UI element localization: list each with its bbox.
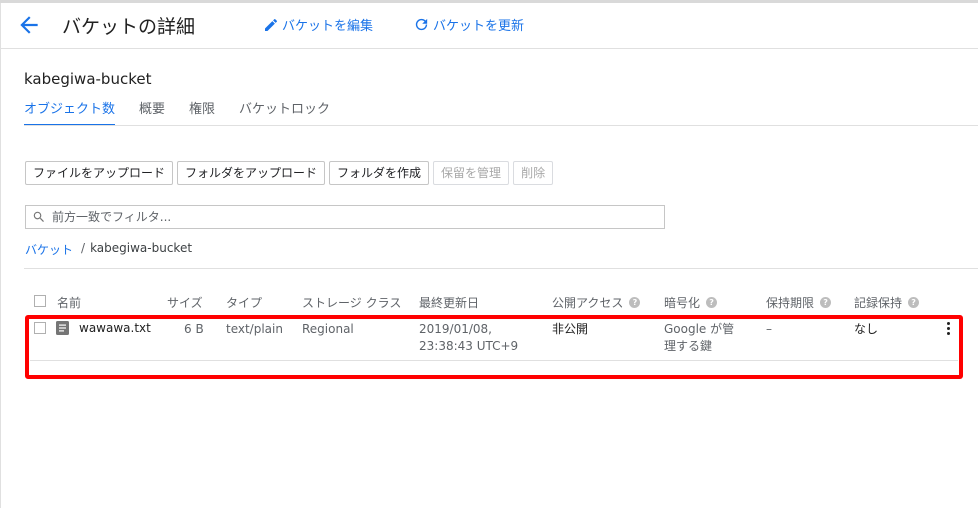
upload-files-button[interactable]: ファイルをアップロード (25, 161, 174, 185)
column-header-retention-hold-label: 記録保持 (854, 296, 903, 310)
file-encryption-line2: 理する鍵 (664, 339, 713, 353)
left-border (0, 3, 1, 508)
row-divider (30, 360, 958, 361)
help-icon[interactable]: ? (908, 297, 920, 308)
column-header-size[interactable]: サイズ (167, 294, 203, 311)
row-checkbox[interactable] (34, 322, 46, 334)
create-folder-button[interactable]: フォルダを作成 (329, 161, 430, 185)
help-icon[interactable]: ? (820, 297, 832, 308)
filter-input[interactable] (50, 209, 654, 225)
bucket-name: kabegiwa-bucket (24, 70, 152, 88)
file-type: text/plain (226, 322, 283, 336)
help-icon[interactable]: ? (629, 297, 641, 308)
breadcrumb-current: kabegiwa-bucket (90, 241, 193, 255)
object-toolbar: ファイルをアップロード フォルダをアップロード フォルダを作成 保留を管理 削除 (25, 161, 557, 185)
tab-bar: オブジェクト数 概要 権限 バケットロック (24, 98, 354, 126)
column-header-name[interactable]: 名前 (57, 294, 81, 311)
breadcrumb-bucket-link[interactable]: バケット (25, 241, 73, 258)
edit-bucket-button[interactable]: バケットを編集 (263, 15, 373, 34)
tab-permissions[interactable]: 権限 (189, 98, 215, 124)
column-header-public-access[interactable]: 公開アクセス? (552, 294, 641, 311)
column-header-retention-hold[interactable]: 記録保持? (854, 294, 920, 311)
column-header-public-access-label: 公開アクセス (552, 296, 624, 310)
search-icon (33, 211, 44, 222)
pencil-icon (265, 18, 278, 31)
breadcrumb-divider (24, 268, 978, 269)
refresh-bucket-label: バケットを更新 (433, 19, 525, 34)
file-retention-expiry: – (766, 322, 772, 336)
breadcrumb-separator: / (81, 241, 86, 255)
refresh-bucket-button[interactable]: バケットを更新 (413, 15, 524, 34)
help-icon[interactable]: ? (706, 297, 718, 308)
file-last-modified-date: 2019/01/08, (419, 322, 492, 336)
column-header-encryption[interactable]: 暗号化? (664, 294, 718, 311)
file-last-modified: 2019/01/08, 23:38:43 UTC+9 (419, 321, 518, 355)
tab-overview[interactable]: 概要 (139, 98, 165, 124)
back-button[interactable] (16, 12, 42, 38)
tab-divider (24, 125, 978, 126)
manage-holds-button[interactable]: 保留を管理 (433, 161, 510, 185)
more-vert-icon[interactable] (944, 322, 952, 338)
page-title: バケットの詳細 (62, 16, 196, 38)
column-header-storage-class-label: ストレージ クラス (302, 296, 402, 310)
file-public-access: 非公開 (552, 322, 589, 336)
page-header: バケットの詳細 バケットを編集 バケットを更新 (0, 3, 978, 49)
arrow-back-icon (20, 16, 38, 34)
file-name-link[interactable]: wawawa.txt (79, 321, 151, 335)
file-storage-class: Regional (302, 322, 354, 336)
file-size: 6 B (184, 322, 204, 336)
file-retention-hold: なし (854, 322, 879, 336)
column-header-storage-class[interactable]: ストレージ クラス (302, 294, 401, 311)
tab-objects[interactable]: オブジェクト数 (24, 98, 116, 126)
column-header-last-modified[interactable]: 最終更新日 (419, 294, 479, 311)
column-header-type-label: タイプ (226, 296, 263, 310)
select-all-checkbox[interactable] (34, 295, 46, 307)
column-header-size-label: サイズ (167, 296, 203, 310)
breadcrumb: バケット / kabegiwa-bucket (25, 241, 192, 258)
file-icon (56, 321, 69, 335)
edit-bucket-label: バケットを編集 (282, 19, 374, 34)
column-header-retention-expiry-label: 保持期限 (766, 296, 815, 310)
column-header-retention-expiry[interactable]: 保持期限? (766, 294, 832, 311)
refresh-icon (415, 18, 428, 31)
column-header-last-modified-label: 最終更新日 (419, 296, 480, 310)
column-header-type[interactable]: タイプ (226, 294, 262, 311)
file-encryption: Google が管 理する鍵 (664, 321, 734, 355)
column-header-name-label: 名前 (57, 296, 82, 310)
upload-folder-button[interactable]: フォルダをアップロード (177, 161, 326, 185)
filter-box (25, 205, 665, 229)
file-encryption-line1: Google が管 (664, 322, 735, 336)
file-last-modified-time: 23:38:43 UTC+9 (419, 339, 519, 353)
tab-bucket-lock[interactable]: バケットロック (239, 98, 330, 124)
column-header-encryption-label: 暗号化 (664, 296, 701, 310)
delete-button[interactable]: 削除 (513, 161, 554, 185)
